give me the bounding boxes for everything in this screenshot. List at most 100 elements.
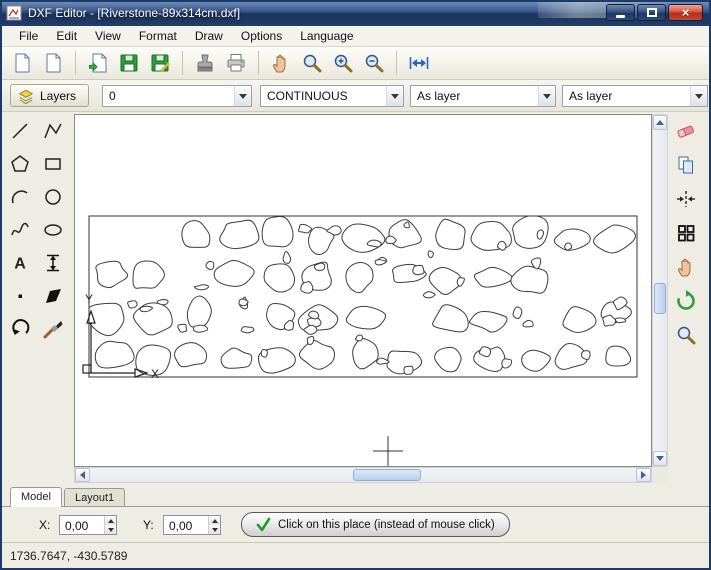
pan-hand-icon xyxy=(270,52,292,74)
x-coordinate-label: X: xyxy=(39,518,50,532)
linetype-combobox-value: CONTINUOUS xyxy=(261,86,386,106)
drawing-canvas[interactable]: Y X xyxy=(74,114,652,467)
menu-draw[interactable]: Draw xyxy=(186,26,232,46)
spin-down-button[interactable] xyxy=(105,525,116,534)
point-tool-button[interactable] xyxy=(6,282,34,310)
rectangle-tool-button[interactable] xyxy=(39,150,67,178)
zoom-button[interactable] xyxy=(298,49,326,77)
save-icon xyxy=(118,52,140,74)
linetype-combobox-arrow[interactable] xyxy=(386,86,403,106)
scroll-right-button[interactable] xyxy=(636,468,651,482)
y-coordinate-value: 0,00 xyxy=(164,516,208,534)
arrow-left-icon xyxy=(80,471,85,479)
close-button[interactable]: × xyxy=(668,4,703,21)
maximize-button[interactable] xyxy=(637,4,666,21)
refresh-icon xyxy=(674,289,698,313)
horizontal-scrollbar[interactable] xyxy=(74,467,652,483)
linetype-combobox[interactable]: CONTINUOUS xyxy=(260,85,404,107)
break-tool-button[interactable] xyxy=(672,185,700,213)
copy-tool-button[interactable] xyxy=(672,151,700,179)
zoom-tool-button[interactable] xyxy=(672,321,700,349)
layer-combobox[interactable]: 0 xyxy=(102,85,252,107)
x-coordinate-input[interactable]: 0,00 xyxy=(59,515,117,535)
brush-tool-button[interactable] xyxy=(39,315,67,343)
print-icon xyxy=(225,52,247,74)
text-tool-button[interactable]: A xyxy=(6,249,34,277)
menu-edit[interactable]: Edit xyxy=(47,26,86,46)
edit-tool-palette xyxy=(671,117,707,349)
polyline-tool-button[interactable] xyxy=(39,117,67,145)
lineweight-combobox-arrow[interactable] xyxy=(538,86,555,106)
spin-up-button[interactable] xyxy=(105,516,116,525)
rotate-tool-button[interactable] xyxy=(6,315,34,343)
pan-button[interactable] xyxy=(267,49,295,77)
menu-language[interactable]: Language xyxy=(291,26,362,46)
new-window-button[interactable] xyxy=(39,49,67,77)
scroll-up-button[interactable] xyxy=(653,115,667,130)
close-icon: × xyxy=(682,6,690,19)
horizontal-scroll-thumb[interactable] xyxy=(353,469,421,481)
color-combobox[interactable]: As layer xyxy=(562,85,708,107)
menu-options[interactable]: Options xyxy=(232,26,291,46)
polygon-icon xyxy=(9,153,31,175)
svg-text:A: A xyxy=(14,256,26,273)
polyline-icon xyxy=(42,120,64,142)
line-icon xyxy=(9,120,31,142)
minimize-icon xyxy=(616,15,625,18)
vertical-scroll-thumb[interactable] xyxy=(654,283,666,314)
minimize-button[interactable] xyxy=(606,4,635,21)
refresh-tool-button[interactable] xyxy=(672,287,700,315)
new-document-icon xyxy=(11,52,33,74)
spin-down-button[interactable] xyxy=(209,525,220,534)
menu-format[interactable]: Format xyxy=(130,26,186,46)
app-window: { "window": { "title": "DXF Editor - [Ri… xyxy=(0,0,711,570)
layers-button-label: Layers xyxy=(40,89,76,103)
toolbar-separator xyxy=(396,51,397,75)
break-icon xyxy=(675,188,697,210)
format-bar: Layers 0 CONTINUOUS As layer As layer xyxy=(2,80,709,112)
save-as-button[interactable] xyxy=(146,49,174,77)
check-icon xyxy=(256,517,271,532)
tab-layout1[interactable]: Layout1 xyxy=(64,488,125,506)
x-coordinate-value: 0,00 xyxy=(60,516,104,534)
y-coordinate-input[interactable]: 0,00 xyxy=(163,515,221,535)
confirm-click-button[interactable]: Click on this place (instead of mouse cl… xyxy=(241,512,510,537)
arc-tool-button[interactable] xyxy=(6,183,34,211)
spline-tool-button[interactable] xyxy=(6,216,34,244)
blocks-tool-button[interactable] xyxy=(672,219,700,247)
erase-tool-button[interactable] xyxy=(672,117,700,145)
stamp-button[interactable] xyxy=(191,49,219,77)
pan-tool-button[interactable] xyxy=(672,253,700,281)
layer-combobox-arrow[interactable] xyxy=(234,86,251,106)
zoom-in-button[interactable] xyxy=(329,49,357,77)
print-button[interactable] xyxy=(222,49,250,77)
spin-up-button[interactable] xyxy=(209,516,220,525)
lineweight-combobox[interactable]: As layer xyxy=(410,85,556,107)
copy-icon xyxy=(675,154,697,176)
dimension-tool-button[interactable] xyxy=(39,249,67,277)
menu-file[interactable]: File xyxy=(10,26,47,46)
import-button[interactable] xyxy=(84,49,112,77)
save-button[interactable] xyxy=(115,49,143,77)
fit-width-button[interactable] xyxy=(405,49,433,77)
scroll-left-button[interactable] xyxy=(75,468,90,482)
scroll-down-button[interactable] xyxy=(653,451,667,466)
line-tool-button[interactable] xyxy=(6,117,34,145)
zoom-in-icon xyxy=(332,52,354,74)
zoom-out-button[interactable] xyxy=(360,49,388,77)
layers-button[interactable]: Layers xyxy=(10,84,89,107)
new-document-button[interactable] xyxy=(8,49,36,77)
stamp-icon xyxy=(194,52,216,74)
spline-icon xyxy=(9,219,31,241)
solid-tool-button[interactable] xyxy=(39,282,67,310)
pan-hand-icon xyxy=(675,256,697,278)
circle-icon xyxy=(42,186,64,208)
tab-model[interactable]: Model xyxy=(10,487,62,507)
title-bar: DXF Editor - [Riverstone-89x314cm.dxf] × xyxy=(0,0,711,26)
circle-tool-button[interactable] xyxy=(39,183,67,211)
polygon-tool-button[interactable] xyxy=(6,150,34,178)
color-combobox-arrow[interactable] xyxy=(690,86,707,106)
ellipse-tool-button[interactable] xyxy=(39,216,67,244)
vertical-scrollbar[interactable] xyxy=(652,114,668,467)
menu-view[interactable]: View xyxy=(86,26,130,46)
